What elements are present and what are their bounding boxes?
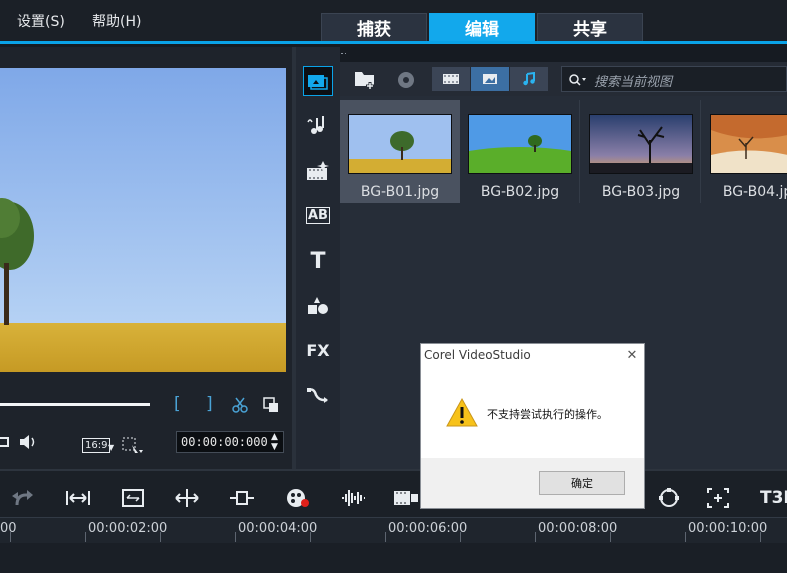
dialog-title: Corel VideoStudio: [424, 348, 531, 362]
motion-path-icon[interactable]: [303, 380, 333, 410]
thumbnail: [468, 114, 572, 174]
filter-photo-button[interactable]: [471, 67, 509, 91]
pan-zoom-icon[interactable]: [119, 484, 147, 512]
repeat-icon[interactable]: [0, 434, 12, 450]
ruler-tick: [310, 532, 311, 542]
ruler-tick: [535, 532, 536, 542]
mask-icon[interactable]: [704, 484, 732, 512]
scrub-bar[interactable]: [0, 403, 150, 406]
thumbnail-label: BG-B01.jpg: [360, 184, 440, 200]
filter-audio-button[interactable]: [510, 67, 548, 91]
fx-icon[interactable]: FX: [303, 335, 333, 365]
fit-project-icon[interactable]: [64, 484, 92, 512]
error-dialog: Corel VideoStudio ✕ 不支持尝试执行的操作。 确定: [420, 343, 645, 509]
volume-icon[interactable]: [18, 434, 38, 450]
mark-in-button[interactable]: [: [174, 394, 181, 414]
ruler-label: 00:00:06:00: [388, 521, 468, 536]
split-icon[interactable]: [173, 484, 201, 512]
capture-icon[interactable]: [396, 70, 416, 90]
copy-icon[interactable]: [262, 396, 280, 414]
track-manager-icon[interactable]: [228, 484, 256, 512]
scissors-icon[interactable]: [231, 396, 249, 414]
library-item[interactable]: BG-B04.jpg: [702, 100, 787, 203]
thumbnail-label: BG-B03.jpg: [601, 184, 681, 200]
warning-icon: [445, 397, 479, 429]
record-icon[interactable]: [284, 484, 312, 512]
graphic-icon[interactable]: [303, 291, 333, 321]
ruler-tick: [235, 532, 236, 542]
library-item[interactable]: BG-B03.jpg: [581, 100, 701, 203]
search-icon: [568, 72, 588, 86]
storyboard-icon[interactable]: [392, 484, 420, 512]
thumbnail: [348, 114, 452, 174]
ruler-tick: [760, 532, 761, 542]
ruler-tick: [160, 532, 161, 542]
transition-icon[interactable]: AB: [303, 200, 333, 230]
mark-out-button[interactable]: ]: [206, 394, 213, 414]
title-icon[interactable]: T: [303, 246, 333, 276]
menu-settings[interactable]: 设置(S): [17, 11, 65, 31]
ruler-label: 00:00:08:00: [538, 521, 618, 536]
ruler-label: 00: [0, 521, 17, 536]
filter-video-button[interactable]: [432, 67, 470, 91]
thumbnail-label: BG-B04.jpg: [722, 184, 787, 200]
library-item[interactable]: BG-B01.jpg: [340, 100, 460, 203]
search-field[interactable]: 搜索当前视图: [561, 66, 787, 92]
audio-mixer-icon[interactable]: [339, 484, 367, 512]
ruler-label: 00:00:04:00: [238, 521, 318, 536]
redo-icon[interactable]: [10, 484, 38, 512]
timecode-display[interactable]: 00:00:00:000: [176, 431, 284, 453]
thumbnail-label: BG-B02.jpg: [480, 184, 560, 200]
ruler-tick: [10, 532, 11, 542]
ruler-label: 00:00:02:00: [88, 521, 168, 536]
thumbnail: [710, 114, 787, 174]
close-icon[interactable]: ✕: [624, 348, 640, 364]
library-item[interactable]: BG-B02.jpg: [460, 100, 580, 203]
ruler-tick: [610, 532, 611, 542]
thumbnail: [589, 114, 693, 174]
ruler-tick: [85, 532, 86, 542]
tab-edit[interactable]: 编辑: [429, 13, 535, 42]
add-folder-icon[interactable]: [354, 68, 378, 90]
motion-tracking-icon[interactable]: [655, 484, 683, 512]
chevron-down-icon: ▼: [108, 443, 115, 452]
tab-capture[interactable]: 捕获: [321, 13, 427, 42]
accent-line: [0, 41, 787, 44]
media-icon[interactable]: [303, 66, 333, 96]
search-placeholder: 搜索当前视图: [594, 75, 673, 90]
ruler-tick: [460, 532, 461, 542]
selection-tool-icon[interactable]: [122, 437, 144, 455]
dialog-message: 不支持尝试执行的操作。: [487, 408, 608, 421]
ok-button[interactable]: 确定: [539, 471, 625, 495]
aspect-ratio-button[interactable]: 16:9: [82, 438, 111, 453]
ruler-label: 00:00:10:00: [688, 521, 768, 536]
3d-title-button[interactable]: T3D: [760, 484, 787, 512]
preview-image: [0, 68, 286, 372]
ruler-tick: [385, 532, 386, 542]
timecode-stepper[interactable]: ▲ ▼: [271, 432, 278, 452]
tab-share[interactable]: 共享: [537, 13, 643, 42]
menu-help[interactable]: 帮助(H): [92, 11, 141, 31]
menu-bar: 设置(S) 帮助(H) 捕获 编辑 共享: [0, 0, 787, 44]
music-note-icon[interactable]: [303, 110, 333, 140]
instant-project-icon[interactable]: [303, 156, 333, 186]
ruler-tick: [685, 532, 686, 542]
timeline-tracks[interactable]: [0, 543, 787, 573]
